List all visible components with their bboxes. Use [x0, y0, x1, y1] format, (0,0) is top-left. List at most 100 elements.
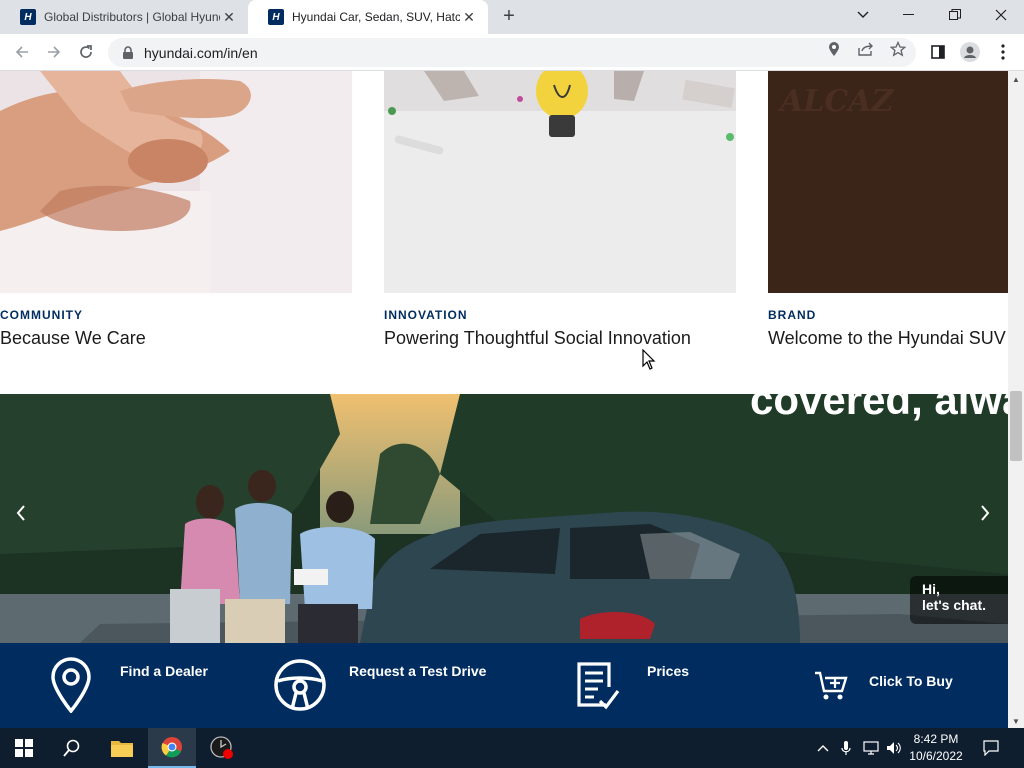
news-card-community[interactable]: COMMUNITY Because We Care [0, 71, 352, 349]
side-panel-icon[interactable] [928, 42, 948, 62]
prices-link[interactable]: Prices [560, 643, 800, 728]
chevron-right-icon [981, 505, 990, 521]
windows-taskbar: 8:42 PM 10/6/2022 [0, 728, 1024, 768]
news-card-brand[interactable]: ALCAZ BRAND Welcome to the Hyundai SUV [768, 71, 1008, 349]
notifications-button[interactable] [978, 728, 1004, 768]
click-to-buy-link[interactable]: Click To Buy [800, 643, 1008, 728]
start-button[interactable] [0, 728, 48, 768]
chevron-up-icon [817, 745, 829, 752]
recorder-app-button[interactable] [198, 728, 246, 768]
folder-icon [111, 741, 133, 757]
close-icon [995, 9, 1007, 21]
price-list-icon [577, 662, 620, 710]
location-icon[interactable] [825, 40, 843, 58]
page-viewport: COMMUNITY Because We Care INNOVATION Pow… [0, 71, 1008, 728]
microphone-tray-button[interactable] [838, 728, 854, 768]
network-tray-button[interactable] [860, 728, 882, 768]
clock-date: 10/6/2022 [909, 749, 963, 763]
banner-prev-button[interactable] [9, 498, 33, 528]
share-icon[interactable] [857, 40, 875, 58]
chevron-left-icon [16, 505, 25, 521]
recorder-icon [210, 736, 233, 759]
browser-tab-strip: H Global Distributors | Global Hyundai ✕… [0, 0, 1024, 34]
windows-logo-icon [15, 739, 33, 757]
tab-search-button[interactable] [840, 0, 886, 30]
forward-arrow-icon [48, 46, 61, 58]
location-pin-icon [51, 657, 91, 713]
url-text[interactable]: hyundai.com/in/en [144, 45, 258, 61]
alcazar-brand-image[interactable]: ALCAZ [768, 71, 1008, 293]
car-family-banner-image [0, 394, 1008, 643]
address-bar[interactable]: hyundai.com/in/en [108, 38, 916, 67]
news-card-innovation[interactable]: INNOVATION Powering Thoughtful Social In… [384, 71, 736, 349]
card-title[interactable]: Because We Care [0, 328, 352, 349]
bookmark-star-icon[interactable] [889, 40, 907, 58]
chat-widget[interactable]: Hi, let's chat. [910, 576, 1008, 624]
search-button[interactable] [48, 728, 96, 768]
tab-title: Hyundai Car, Sedan, SUV, Hatchback [292, 10, 460, 24]
card-title[interactable]: Welcome to the Hyundai SUV [768, 328, 1008, 349]
quick-links-bar: Find a Dealer Request a Test Drive Price… [0, 643, 1008, 728]
card-category: COMMUNITY [0, 308, 83, 322]
chevron-down-icon [857, 11, 869, 18]
page-scrollbar[interactable]: ▲ ▼ [1008, 71, 1024, 728]
lightbulb-desk-image[interactable] [384, 71, 736, 293]
quick-link-label: Prices [647, 663, 690, 679]
network-icon [863, 741, 879, 755]
new-tab-button[interactable]: + [498, 6, 520, 28]
search-icon [63, 739, 80, 757]
lock-icon[interactable] [120, 45, 136, 61]
close-tab-icon[interactable]: ✕ [220, 9, 238, 26]
hyundai-favicon-icon: H [20, 9, 36, 25]
more-menu-icon[interactable] [993, 42, 1013, 62]
microphone-icon [841, 741, 851, 755]
shopping-cart-icon [815, 671, 848, 700]
reload-icon [80, 45, 92, 58]
quick-link-label: Find a Dealer [120, 663, 208, 679]
close-window-button[interactable] [978, 0, 1024, 30]
banner-headline: covered, alwa [750, 394, 1008, 423]
tab-title: Global Distributors | Global Hyundai [44, 10, 220, 24]
hyundai-favicon-icon: H [268, 9, 284, 25]
minimize-button[interactable] [886, 0, 932, 30]
tab-global-distributors[interactable]: H Global Distributors | Global Hyundai ✕ [0, 0, 248, 34]
notification-icon [983, 740, 999, 756]
browser-toolbar: hyundai.com/in/en [0, 34, 1024, 71]
test-drive-link[interactable]: Request a Test Drive [260, 643, 560, 728]
hero-banner[interactable]: covered, alwa Hi, let's chat. [0, 394, 1008, 643]
restore-button[interactable] [932, 0, 978, 30]
card-title[interactable]: Powering Thoughtful Social Innovation [384, 328, 736, 349]
scrollbar-thumb[interactable] [1010, 391, 1022, 461]
caring-hands-image[interactable] [0, 71, 352, 293]
card-category: INNOVATION [384, 308, 468, 322]
reload-button[interactable] [74, 40, 98, 64]
steering-wheel-icon [274, 659, 326, 711]
tray-overflow-button[interactable] [814, 728, 832, 768]
mouse-cursor-icon [642, 349, 656, 370]
quick-link-label: Request a Test Drive [349, 663, 487, 679]
volume-tray-button[interactable] [884, 728, 904, 768]
tab-hyundai-cars[interactable]: H Hyundai Car, Sedan, SUV, Hatchback ✕ [248, 0, 488, 34]
banner-next-button[interactable] [973, 498, 997, 528]
chat-greeting: Hi, [922, 581, 940, 597]
file-explorer-button[interactable] [98, 728, 146, 768]
scroll-up-arrow-icon[interactable]: ▲ [1012, 75, 1020, 84]
card-category: BRAND [768, 308, 817, 322]
speaker-icon [887, 742, 901, 754]
back-button[interactable] [10, 40, 34, 64]
minimize-icon [903, 14, 914, 15]
chrome-icon [161, 737, 182, 758]
back-arrow-icon [15, 46, 28, 58]
restore-icon [949, 9, 961, 20]
forward-button[interactable] [42, 40, 66, 64]
find-dealer-link[interactable]: Find a Dealer [0, 643, 260, 728]
profile-avatar-icon[interactable] [960, 42, 980, 62]
scroll-down-arrow-icon[interactable]: ▼ [1012, 717, 1020, 726]
quick-link-label: Click To Buy [869, 673, 953, 689]
clock-time: 8:42 PM [913, 732, 959, 746]
chat-prompt: let's chat. [922, 597, 987, 613]
chrome-taskbar-button[interactable] [148, 728, 196, 768]
svg-text:ALCAZ: ALCAZ [777, 84, 895, 119]
close-tab-icon[interactable]: ✕ [460, 9, 478, 26]
system-clock[interactable]: 8:42 PM 10/6/2022 [904, 731, 968, 765]
